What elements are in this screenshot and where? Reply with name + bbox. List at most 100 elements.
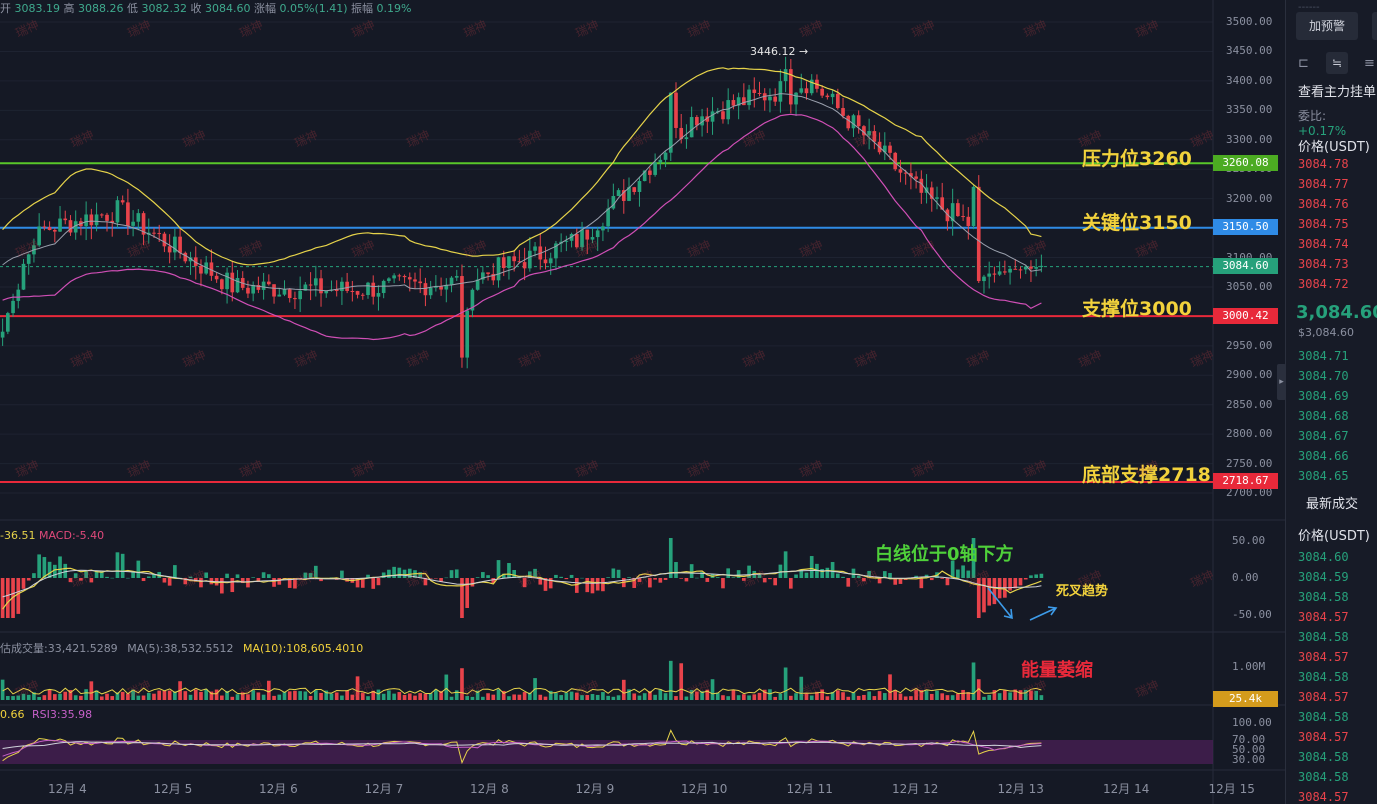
panel-collapse-handle[interactable]: ▸ bbox=[1277, 364, 1286, 400]
volume-bar bbox=[37, 696, 41, 700]
candle-body bbox=[214, 275, 219, 280]
volume-bar bbox=[862, 694, 866, 700]
book-title[interactable]: 查看主力挂单 bbox=[1298, 81, 1376, 100]
ask-row[interactable]: 3084.77 bbox=[1298, 177, 1349, 191]
candle-body bbox=[611, 196, 616, 209]
macd-bar bbox=[835, 573, 840, 578]
volume-bar bbox=[340, 695, 344, 700]
macd-bar bbox=[590, 578, 595, 594]
macd-bar bbox=[37, 554, 41, 578]
volume-bar bbox=[167, 690, 172, 700]
candle-body bbox=[230, 272, 235, 293]
volume-bar bbox=[298, 691, 302, 700]
bid-row[interactable]: 3084.68 bbox=[1298, 409, 1349, 423]
trades-title[interactable]: 最新成交 bbox=[1306, 493, 1358, 512]
candle-body bbox=[381, 280, 386, 294]
current-price-tag: 3084.60 bbox=[1213, 258, 1278, 274]
bid-row[interactable]: 3084.66 bbox=[1298, 449, 1349, 463]
trade-row[interactable]: 3084.57 bbox=[1298, 690, 1349, 704]
macd-bar bbox=[982, 578, 986, 613]
volume-bar bbox=[950, 695, 955, 700]
price-tick: 3300.00 bbox=[1226, 132, 1273, 146]
book-bids-icon[interactable]: ≒ bbox=[1326, 52, 1348, 74]
volume-bar bbox=[355, 676, 360, 700]
volume-bar bbox=[757, 692, 762, 700]
candle-body bbox=[982, 276, 986, 282]
bid-row[interactable]: 3084.69 bbox=[1298, 389, 1349, 403]
volume-bar bbox=[220, 695, 224, 700]
macd-bar bbox=[21, 578, 26, 589]
last-price: 3,084.60 bbox=[1296, 302, 1377, 323]
macd-bar bbox=[230, 578, 235, 593]
macd-bar bbox=[387, 569, 391, 578]
ohlc-readout: 开 3083.19 高 3088.26 低 3082.32 收 3084.60 … bbox=[0, 0, 411, 15]
trade-row[interactable]: 3084.59 bbox=[1298, 570, 1349, 584]
volume-bar bbox=[11, 696, 15, 700]
trade-row[interactable]: 3084.60 bbox=[1298, 550, 1349, 564]
trade-row[interactable]: 3084.57 bbox=[1298, 730, 1349, 744]
bid-row[interactable]: 3084.71 bbox=[1298, 349, 1349, 363]
candle-body bbox=[987, 273, 992, 277]
price-tick: 2850.00 bbox=[1226, 397, 1273, 411]
ask-row[interactable]: 3084.73 bbox=[1298, 257, 1349, 271]
macd-bar bbox=[434, 578, 438, 579]
boll-mid bbox=[2, 93, 1042, 292]
bid-row[interactable]: 3084.70 bbox=[1298, 369, 1349, 383]
volume-bar bbox=[606, 695, 610, 700]
macd-bar bbox=[611, 568, 616, 578]
macd-bar bbox=[856, 575, 861, 578]
trade-row[interactable]: 3084.57 bbox=[1298, 610, 1349, 624]
chart-area[interactable]: 开 3083.19 高 3088.26 低 3082.32 收 3084.60 … bbox=[0, 0, 1285, 804]
volume-bar bbox=[637, 695, 642, 700]
add-alert-button[interactable]: 加预警 bbox=[1296, 12, 1358, 40]
volume-bar bbox=[783, 667, 788, 700]
bid-row[interactable]: 3084.67 bbox=[1298, 429, 1349, 443]
trade-row[interactable]: 3084.58 bbox=[1298, 750, 1349, 764]
time-tick: 12月 4 bbox=[48, 782, 87, 796]
macd-bar bbox=[188, 576, 193, 578]
trade-row[interactable]: 3084.58 bbox=[1298, 630, 1349, 644]
volume-bar bbox=[585, 695, 590, 700]
volume-bar bbox=[157, 690, 162, 700]
candle-body bbox=[976, 186, 981, 282]
trade-row[interactable]: 3084.58 bbox=[1298, 710, 1349, 724]
macd-bar bbox=[261, 572, 266, 578]
trade-row[interactable]: 3084.58 bbox=[1298, 770, 1349, 784]
ask-row[interactable]: 3084.75 bbox=[1298, 217, 1349, 231]
trade-row[interactable]: 3084.57 bbox=[1298, 790, 1349, 804]
indicator-tick: 1.00M bbox=[1232, 660, 1266, 673]
trade-row[interactable]: 3084.58 bbox=[1298, 670, 1349, 684]
trade-row[interactable]: 3084.58 bbox=[1298, 590, 1349, 604]
volume-bar bbox=[261, 694, 266, 700]
candle-body bbox=[319, 278, 323, 294]
book-mode-icon[interactable]: ⊏ bbox=[1298, 56, 1309, 71]
more-button[interactable] bbox=[1372, 12, 1377, 40]
macd-bar bbox=[789, 578, 793, 589]
last-price-usd: $3,084.60 bbox=[1298, 326, 1354, 339]
bid-row[interactable]: 3084.65 bbox=[1298, 469, 1349, 483]
macd-bar bbox=[303, 572, 308, 578]
book-asks-icon[interactable]: ≡ bbox=[1364, 56, 1375, 71]
candle-body bbox=[131, 221, 135, 226]
time-tick: 12月 6 bbox=[259, 782, 298, 796]
candle-body bbox=[298, 290, 302, 300]
volume-bar bbox=[444, 674, 449, 700]
ask-row[interactable]: 3084.72 bbox=[1298, 277, 1349, 291]
macd-bar bbox=[68, 578, 73, 583]
macd-bar bbox=[648, 578, 652, 588]
order-book-panel: ------ 加预警 ⊏ ≒ ≡ 查看主力挂单 委比: +0.17% 价格(US… bbox=[1285, 0, 1377, 804]
ask-row[interactable]: 3084.78 bbox=[1298, 157, 1349, 171]
chart-svg[interactable] bbox=[0, 0, 1285, 804]
volume-bar bbox=[460, 668, 464, 700]
ask-row[interactable]: 3084.74 bbox=[1298, 237, 1349, 251]
candle-body bbox=[595, 230, 600, 238]
volume-bar bbox=[512, 694, 516, 700]
volume-bar bbox=[392, 693, 396, 700]
indicator-tick: 30.00 bbox=[1232, 753, 1266, 766]
ask-row[interactable]: 3084.76 bbox=[1298, 197, 1349, 211]
volume-bar bbox=[413, 695, 417, 700]
candle-body bbox=[742, 97, 746, 106]
macd-bar bbox=[220, 578, 224, 594]
trade-row[interactable]: 3084.57 bbox=[1298, 650, 1349, 664]
volume-bar bbox=[287, 691, 292, 700]
